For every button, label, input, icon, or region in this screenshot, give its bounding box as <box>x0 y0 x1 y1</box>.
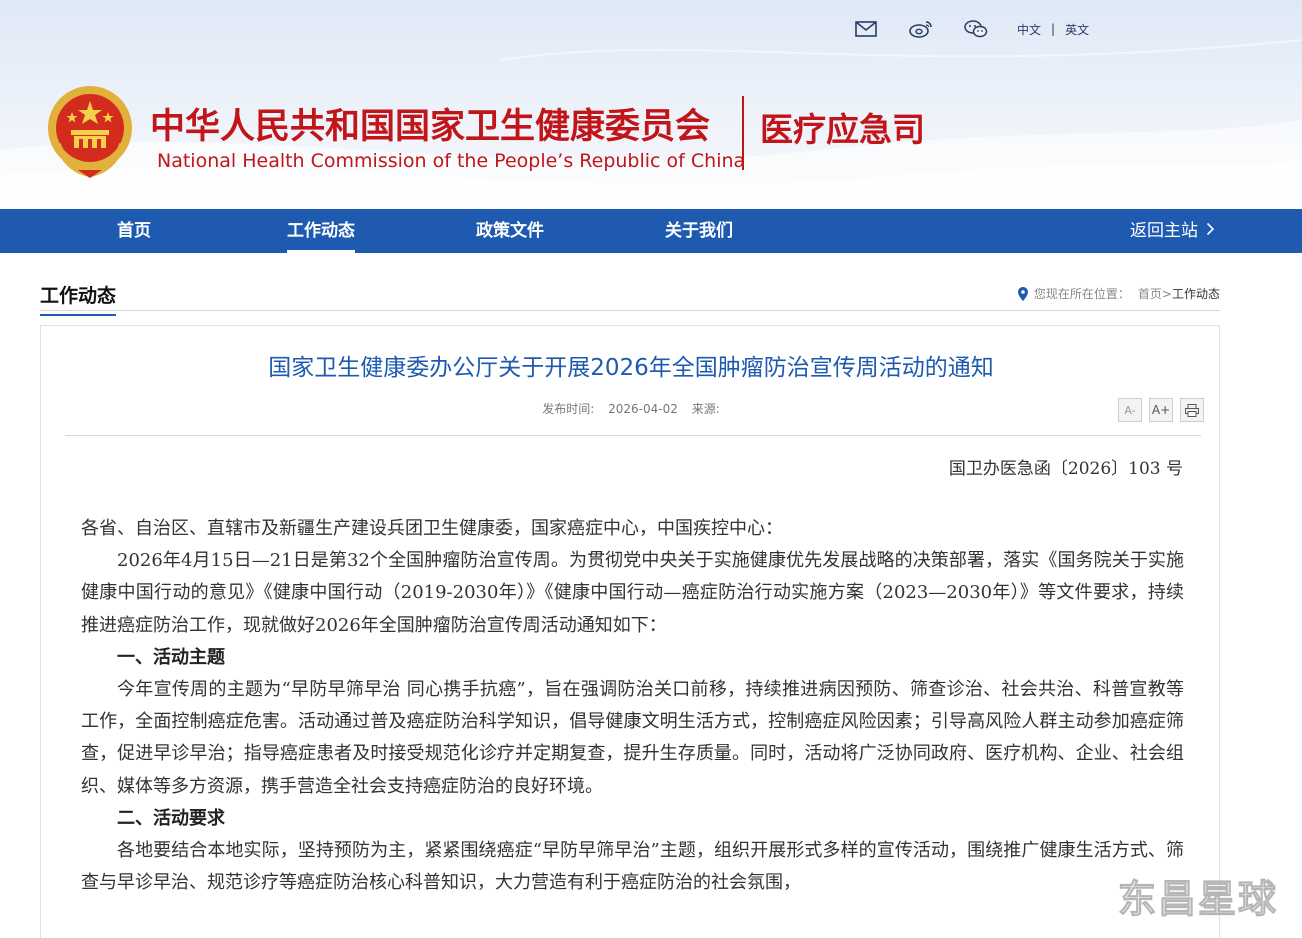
breadcrumb-separator: > <box>1161 286 1172 301</box>
article-tools: A- A+ <box>1111 398 1204 422</box>
lang-en-link[interactable]: 英文 <box>1065 21 1089 38</box>
weibo-icon[interactable] <box>907 18 935 40</box>
paragraph-intro: 2026年4月15日—21日是第32个全国肿瘤防治宣传周。为贯彻党中央关于实施健… <box>81 550 1184 636</box>
print-icon <box>1185 403 1199 417</box>
section-divider <box>40 310 1220 311</box>
nav-item-news[interactable]: 工作动态 <box>287 209 355 253</box>
paragraph-requirements: 各地要结合本地实际，坚持预防为主，紧紧围绕癌症“早防早筛早治”主题，组织开展形式… <box>81 840 1184 894</box>
font-smaller-label: A- <box>1124 403 1136 417</box>
font-larger-button[interactable]: A+ <box>1149 398 1173 422</box>
breadcrumb-home-link[interactable]: 首页 <box>1138 285 1162 302</box>
publish-date: 2026-04-02 <box>608 402 678 416</box>
main-nav: 首页 工作动态 政策文件 关于我们 返回主站 <box>0 209 1302 253</box>
paragraph-theme: 今年宣传周的主题为“早防早筛早治 同心携手抗癌”，旨在强调防治关口前移，持续推进… <box>81 679 1184 797</box>
top-links: 中文 | 英文 <box>852 17 1089 41</box>
font-larger-label: A+ <box>1151 403 1171 417</box>
back-to-main-site-link[interactable]: 返回主站 <box>1130 209 1215 253</box>
wechat-icon[interactable] <box>962 18 990 40</box>
article-divider <box>65 435 1201 436</box>
breadcrumb-prefix: 您现在所在位置： <box>1033 287 1130 301</box>
site-title-en: National Health Commission of the People… <box>157 150 746 172</box>
salutation: 各省、自治区、直辖市及新疆生产建设兵团卫生健康委，国家癌症中心，中国疾控中心： <box>81 518 783 539</box>
back-to-main-site-label: 返回主站 <box>1130 221 1198 241</box>
publish-date-label: 发布时间: <box>542 402 595 416</box>
document-number: 国卫办医急函〔2026〕103 号 <box>948 459 1183 479</box>
site-header: 中文 | 英文 中华人民共和国国家卫生健康委员会 National Health… <box>0 0 1302 209</box>
nav-item-about[interactable]: 关于我们 <box>665 209 733 253</box>
heading-activity-theme: 一、活动主题 <box>117 646 225 668</box>
heading-activity-requirements: 二、活动要求 <box>117 807 225 829</box>
font-smaller-button[interactable]: A- <box>1118 398 1142 422</box>
section-title: 工作动态 <box>40 281 117 316</box>
lang-separator: | <box>1051 22 1056 36</box>
mail-icon[interactable] <box>852 18 880 40</box>
nav-item-policy[interactable]: 政策文件 <box>476 209 544 253</box>
location-pin-icon <box>1017 286 1028 301</box>
breadcrumb-current[interactable]: 工作动态 <box>1172 285 1220 302</box>
breadcrumb: 您现在所在位置： 首页 > 工作动态 <box>1017 285 1220 302</box>
print-button[interactable] <box>1180 398 1204 422</box>
article-meta: 发布时间: 2026-04-02 来源: <box>41 400 1221 417</box>
national-emblem-icon[interactable] <box>44 84 136 180</box>
nav-item-home[interactable]: 首页 <box>117 209 151 253</box>
source-label: 来源: <box>691 402 720 416</box>
title-divider <box>742 96 744 170</box>
article-container: 国家卫生健康委办公厅关于开展2026年全国肿瘤防治宣传周活动的通知 发布时间: … <box>40 325 1220 938</box>
lang-cn-link[interactable]: 中文 <box>1017 21 1041 38</box>
chevron-right-icon <box>1206 209 1215 253</box>
article-title: 国家卫生健康委办公厅关于开展2026年全国肿瘤防治宣传周活动的通知 <box>268 355 994 381</box>
department-name: 医疗应急司 <box>760 110 925 149</box>
site-title-cn: 中华人民共和国国家卫生健康委员会 <box>150 107 711 147</box>
article-body: 各省、自治区、直辖市及新疆生产建设兵团卫生健康委，国家癌症中心，中国疾控中心： … <box>81 513 1184 899</box>
